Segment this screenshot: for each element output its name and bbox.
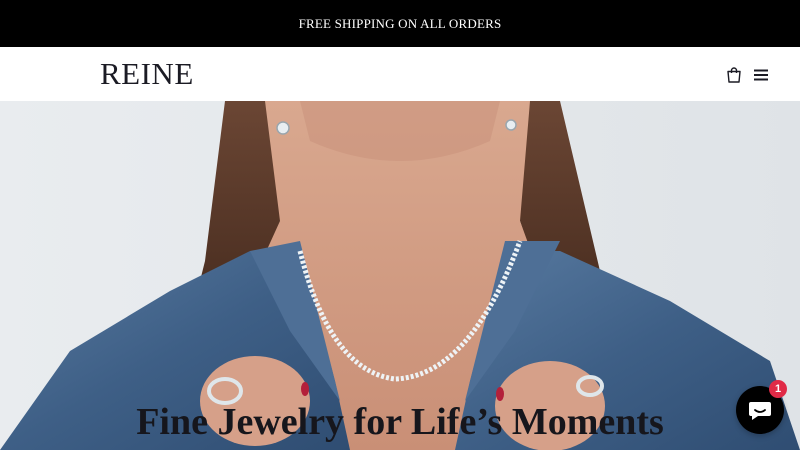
site-header: REINE bbox=[0, 47, 800, 101]
store-logo[interactable]: REINE bbox=[100, 56, 194, 92]
menu-icon[interactable] bbox=[751, 65, 771, 85]
hero-title: Fine Jewelry for Life’s Moments bbox=[136, 401, 664, 443]
announcement-bar: FREE SHIPPING ON ALL ORDERS bbox=[0, 0, 800, 47]
cart-icon[interactable] bbox=[724, 65, 744, 85]
chat-notification-badge: 1 bbox=[769, 380, 787, 398]
announcement-text: FREE SHIPPING ON ALL ORDERS bbox=[298, 15, 502, 31]
chat-icon bbox=[749, 402, 771, 420]
